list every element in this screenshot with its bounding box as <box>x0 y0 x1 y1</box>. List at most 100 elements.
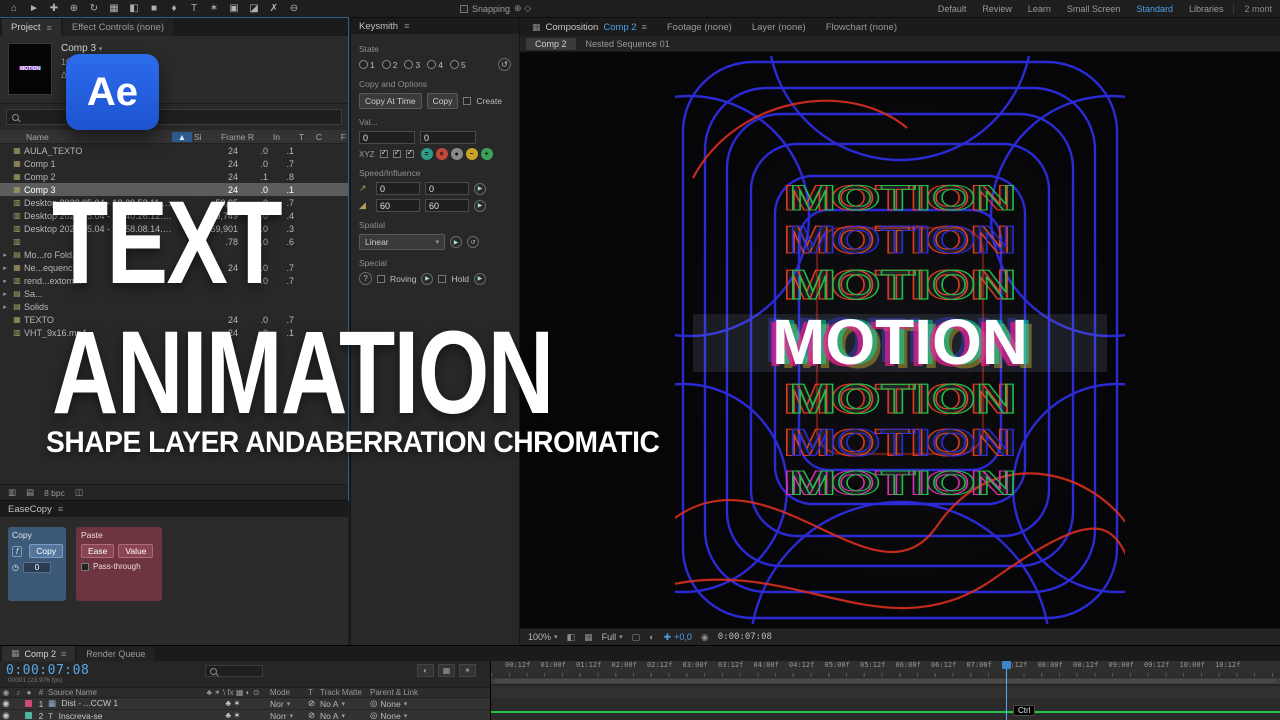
copy-button[interactable]: Copy <box>29 544 64 558</box>
tab-effect-controls[interactable]: Effect Controls (none) <box>62 19 174 36</box>
axis-z-checkbox[interactable] <box>405 148 414 158</box>
twirl-icon[interactable]: ▸ <box>0 303 10 311</box>
viewer-timecode[interactable]: 0:00:07:08 <box>718 632 772 642</box>
axis-x-checkbox[interactable] <box>379 148 388 158</box>
spatial-dropdown[interactable]: Linear ▾ <box>359 234 445 250</box>
apply-roving-button[interactable]: ▶ <box>421 272 434 285</box>
frame-blend-toggle[interactable]: ◐ <box>417 664 434 677</box>
solo-icon[interactable]: ● <box>24 688 34 697</box>
value-op-button[interactable]: = <box>420 148 433 160</box>
snapping-control[interactable]: Snapping ⊕ ◇ <box>460 3 531 14</box>
panel-menu-icon[interactable]: ≡ <box>642 22 647 32</box>
column-frame-rate[interactable]: Frame R <box>210 132 256 142</box>
layer-visibility-toggle[interactable]: ◉ <box>0 710 12 720</box>
snapping-options-icons[interactable]: ⊕ ◇ <box>514 3 531 14</box>
layer-color-chip[interactable] <box>24 699 32 707</box>
toolbar-tool-icon[interactable]: ⊖ <box>288 3 300 14</box>
guides-icon[interactable]: ◐ <box>649 632 654 642</box>
state-radio[interactable]: 1 <box>359 60 375 70</box>
zoom-dropdown[interactable]: 100% ▾ <box>528 632 558 642</box>
tab-render-queue[interactable]: Render Queue <box>77 647 155 661</box>
value-op-button[interactable]: + <box>480 148 493 160</box>
state-radio[interactable]: 2 <box>381 60 397 70</box>
audio-icon[interactable]: ♪ <box>12 688 24 697</box>
axis-y-checkbox[interactable] <box>392 148 401 158</box>
speed-field-1[interactable]: 0 <box>376 182 420 195</box>
workspace-item[interactable]: Default <box>938 4 967 14</box>
column-t[interactable]: T <box>308 688 320 697</box>
toolbar-tool-icon[interactable]: ◧ <box>128 3 140 14</box>
delete-icon[interactable]: ◫ <box>75 487 83 498</box>
column-source-name[interactable]: Source Name <box>48 688 196 697</box>
transparency-grid-icon[interactable]: ▦ <box>584 632 593 643</box>
tab-composition[interactable]: ▦ Composition Comp 2 ≡ <box>532 22 647 33</box>
tab-footage[interactable]: Footage (none) <box>667 22 732 33</box>
apply-spatial-button[interactable]: ▶ <box>450 236 462 248</box>
layer-switches[interactable]: ♣ ✶ <box>196 698 270 709</box>
tab-project[interactable]: Project ≡ <box>2 19 61 36</box>
interpret-footage-icon[interactable]: ▥ <box>8 487 16 498</box>
copy-at-time-button[interactable]: Copy At Time <box>359 93 422 109</box>
new-folder-icon[interactable]: ▤ <box>26 487 34 498</box>
pickwhip-icon[interactable]: ◎ <box>370 710 377 720</box>
panel-menu-icon[interactable]: ≡ <box>47 23 52 33</box>
snapshot-camera-icon[interactable]: ◉ <box>701 632 709 643</box>
toolbar-tool-icon[interactable]: ▦ <box>108 3 120 14</box>
layer-switches[interactable]: ♣ ✶ <box>196 710 270 720</box>
preserve-transparency-toggle[interactable]: ⊘ <box>308 710 320 720</box>
reset-spatial-button[interactable]: ↺ <box>467 236 479 248</box>
bit-depth-badge[interactable]: 8 bpc <box>44 488 65 498</box>
eye-icon[interactable]: ◉ <box>0 688 12 697</box>
timeline-search[interactable] <box>205 665 263 677</box>
hold-checkbox[interactable] <box>438 274 447 283</box>
toolbar-tool-icon[interactable]: ✗ <box>268 3 280 14</box>
track-matte-dropdown[interactable]: No A ▾ <box>320 699 370 709</box>
blend-mode-dropdown[interactable]: Norr ▾ <box>270 711 308 720</box>
toolbar-tool-icon[interactable]: ■ <box>148 3 160 14</box>
column-f[interactable]: F <box>324 132 348 142</box>
tab-comp2-timeline[interactable]: ▦ Comp 2 ≡ <box>2 646 76 661</box>
apply-influence-button[interactable]: ▶ <box>474 199 486 212</box>
comp-info-name[interactable]: Comp 3 ▾ <box>61 43 107 54</box>
mask-visibility-icon[interactable]: ▢ <box>632 632 641 643</box>
project-row[interactable]: ▦ AULA_TEXTO 24 .0 .1 <box>0 144 348 157</box>
speed-field-2[interactable]: 0 <box>425 182 469 195</box>
create-checkbox[interactable] <box>463 97 472 105</box>
help-button[interactable]: ? <box>359 272 372 285</box>
state-radio[interactable]: 4 <box>427 60 443 70</box>
toolbar-tool-icon[interactable]: ♦ <box>168 3 180 14</box>
column-size[interactable]: Si <box>192 132 210 142</box>
track-matte-dropdown[interactable]: No A ▾ <box>320 711 370 720</box>
column-name[interactable]: Name <box>0 132 172 142</box>
state-radio[interactable]: 5 <box>449 60 466 70</box>
column-parent-link[interactable]: Parent & Link <box>370 688 490 697</box>
tab-layer[interactable]: Layer (none) <box>752 22 806 33</box>
time-ruler[interactable]: 00:12f 01:00f 01:12f 02:00f 02:12f 03:00f 03:1… <box>491 661 1280 673</box>
toolbar-tool-icon[interactable]: ✚ <box>48 3 60 14</box>
timeline-track-area[interactable]: 00:12f 01:00f 01:12f 02:00f 02:12f 03:00f 03:1… <box>490 661 1280 720</box>
value-op-button[interactable]: − <box>465 148 478 160</box>
influence-field-1[interactable]: 60 <box>376 199 420 212</box>
preserve-transparency-toggle[interactable]: ⊘ <box>308 698 320 709</box>
toolbar-tool-icon[interactable]: ▣ <box>228 3 240 14</box>
blend-mode-dropdown[interactable]: Nor ▾ <box>270 699 308 709</box>
toolbar-tool-icon[interactable]: T <box>188 3 200 14</box>
composition-view[interactable]: MOTION MOTION MOTION MOTION MOTION MOTION M… <box>520 52 1280 628</box>
project-search[interactable] <box>6 109 342 125</box>
snapping-checkbox[interactable] <box>460 4 468 13</box>
toolbar-tool-icon[interactable]: ► <box>28 3 40 14</box>
state-radio[interactable]: 3 <box>404 60 420 70</box>
column-t2[interactable]: T <box>282 132 306 142</box>
layer-color-chip[interactable] <box>24 711 32 719</box>
value-op-button[interactable]: × <box>435 148 448 160</box>
column-c[interactable]: C <box>306 132 324 142</box>
tab-flowchart[interactable]: Flowchart (none) <box>826 22 897 33</box>
keysmith-copy-button[interactable]: Copy <box>426 93 459 109</box>
paste-value-button[interactable]: Value <box>118 544 154 558</box>
playhead-handle[interactable] <box>1002 661 1011 669</box>
toolbar-tool-icon[interactable]: ↻ <box>88 3 100 14</box>
comp-chip[interactable]: Comp 2 <box>526 37 576 50</box>
resolution-dropdown[interactable]: Full ▾ <box>602 632 623 642</box>
work-area-bar[interactable] <box>491 677 1280 685</box>
chevron-down-icon[interactable]: ▾ <box>99 46 103 53</box>
